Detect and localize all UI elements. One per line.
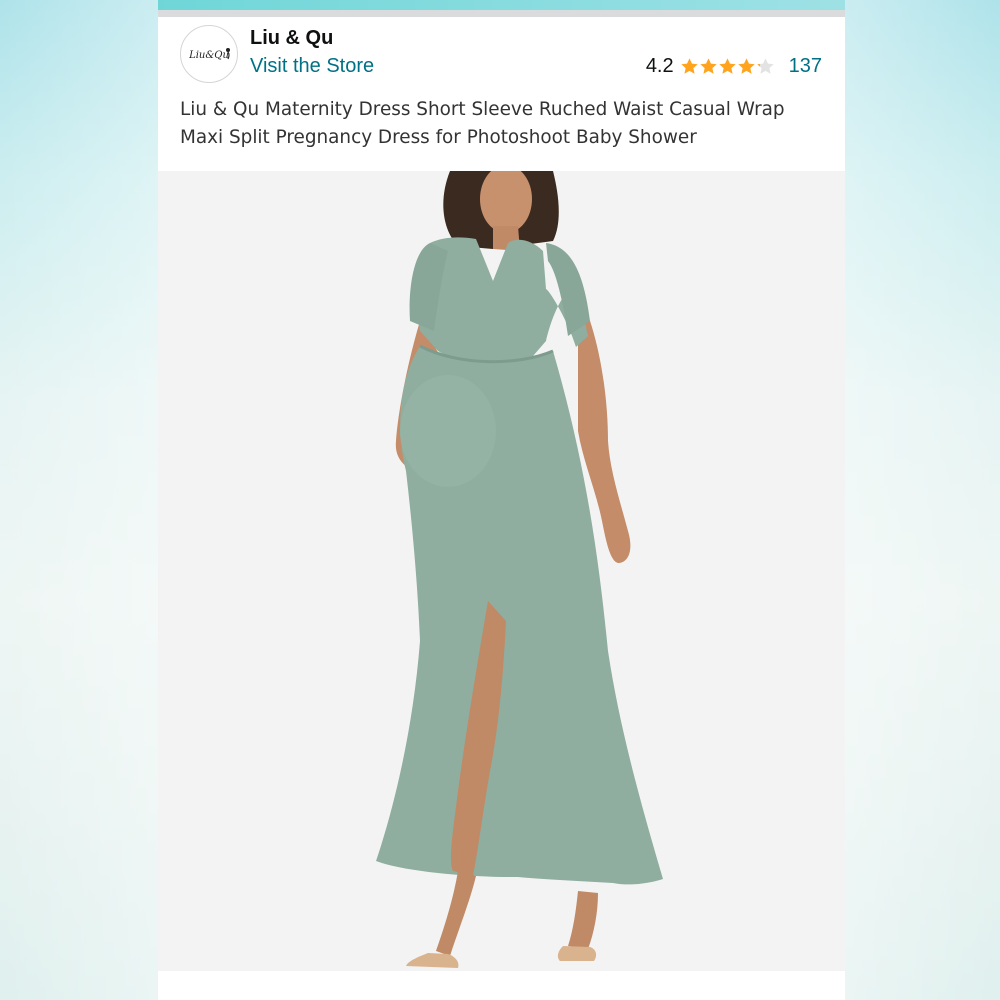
store-logo[interactable]: Liu&Qu xyxy=(180,25,238,83)
star-rating[interactable] xyxy=(680,57,775,76)
rating-summary[interactable]: 4.2 137 xyxy=(646,55,822,78)
product-image[interactable] xyxy=(158,171,845,971)
header-divider xyxy=(158,10,845,17)
star-icon xyxy=(718,58,736,74)
star-empty-icon xyxy=(756,58,774,74)
star-icon xyxy=(737,58,755,74)
dress-model-illustration xyxy=(158,171,845,971)
background-left xyxy=(0,0,158,1000)
svg-text:Liu&Qu: Liu&Qu xyxy=(188,50,229,61)
star-icon xyxy=(680,58,698,74)
visit-store-link[interactable]: Visit the Store xyxy=(250,55,374,78)
rating-value: 4.2 xyxy=(645,55,674,77)
background-right xyxy=(845,0,1000,1000)
store-name[interactable]: Liu & Qu xyxy=(250,27,333,50)
star-icon xyxy=(699,58,717,74)
top-accent-bar xyxy=(158,0,845,10)
product-title[interactable]: Liu & Qu Maternity Dress Short Sleeve Ru… xyxy=(180,96,820,152)
store-logo-mark: Liu&Qu xyxy=(188,48,230,61)
review-count-link[interactable]: 137 xyxy=(789,55,822,78)
product-card: Liu&Qu Liu & Qu Visit the Store 4.2 137 … xyxy=(158,17,845,1000)
